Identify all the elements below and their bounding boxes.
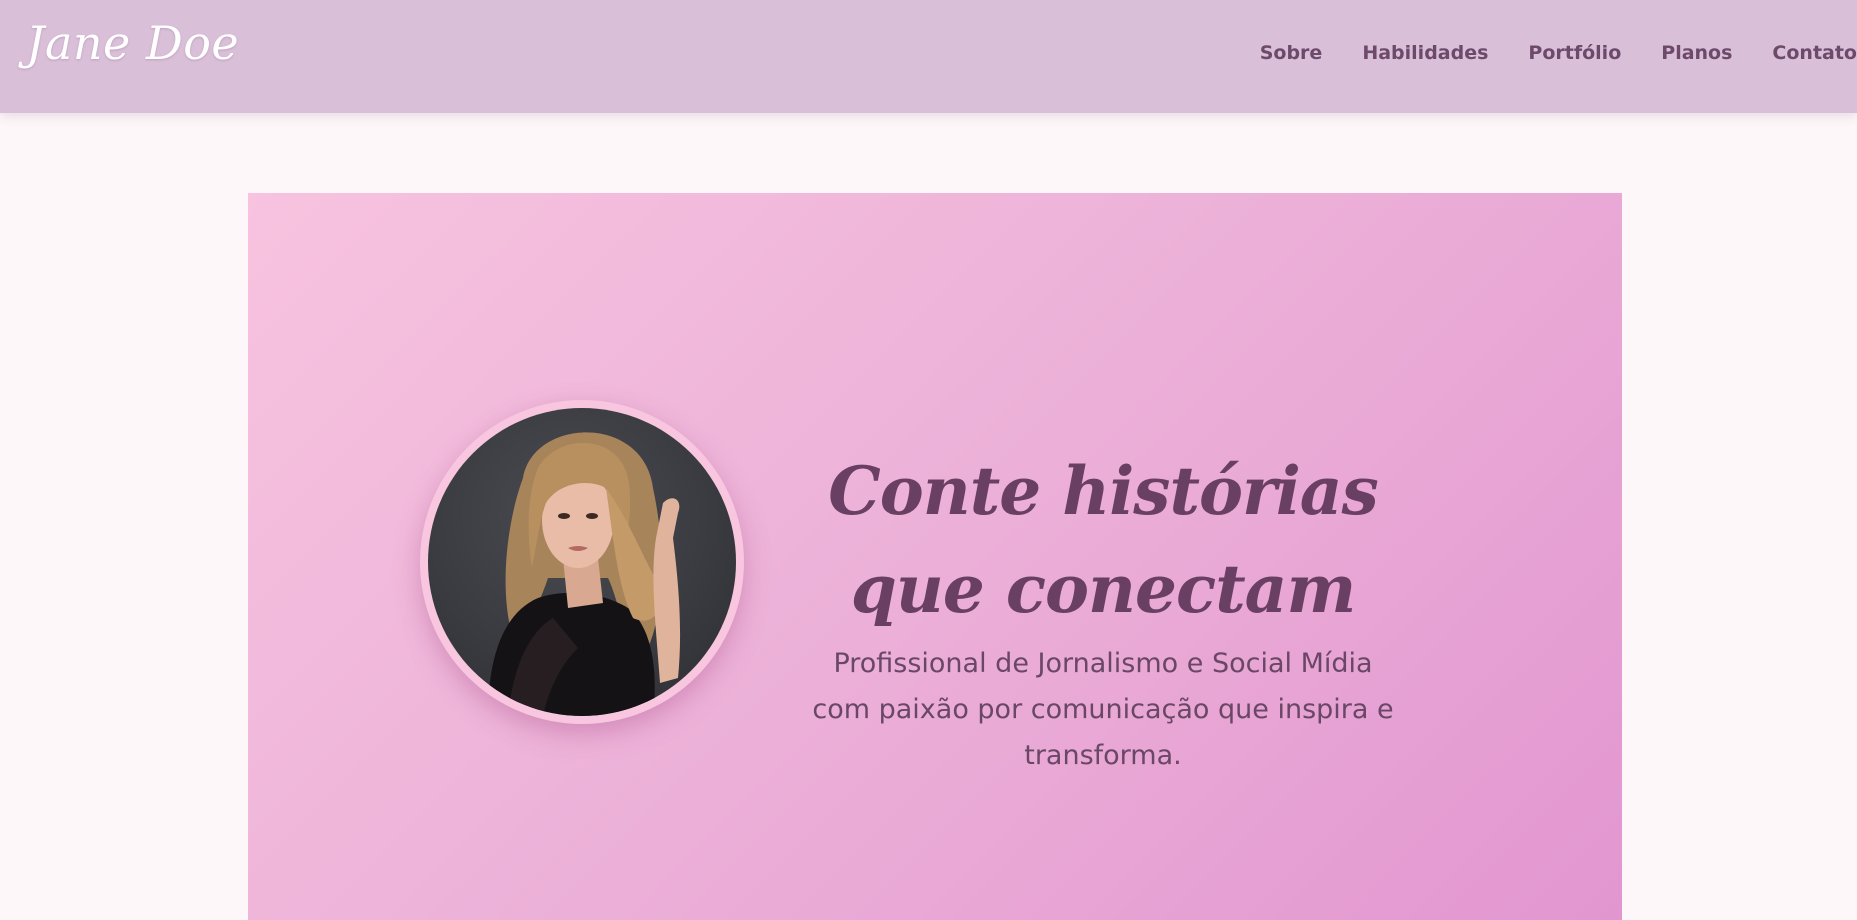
navbar: Jane Doe Sobre Habilidades Portfólio Pla… — [0, 0, 1857, 113]
hero-title: Conte histórias que conectam — [828, 452, 1378, 629]
profile-photo-illustration — [488, 432, 681, 716]
nav-link-contato[interactable]: Contato — [1772, 42, 1857, 64]
hero-section: Conte histórias que conectam Profissiona… — [248, 193, 1622, 920]
nav-link-sobre[interactable]: Sobre — [1260, 42, 1323, 64]
nav-link-habilidades[interactable]: Habilidades — [1362, 42, 1488, 64]
logo[interactable]: Jane Doe — [26, 16, 239, 70]
nav-link-portfolio[interactable]: Portfólio — [1528, 42, 1621, 64]
nav-link-planos[interactable]: Planos — [1661, 42, 1732, 64]
profile-photo — [428, 408, 736, 716]
nav-links: Sobre Habilidades Portfólio Planos Conta… — [1220, 0, 1857, 106]
avatar-frame — [420, 400, 744, 724]
hero-subtitle: Profissional de Jornalismo e Social Mídi… — [812, 648, 1394, 771]
